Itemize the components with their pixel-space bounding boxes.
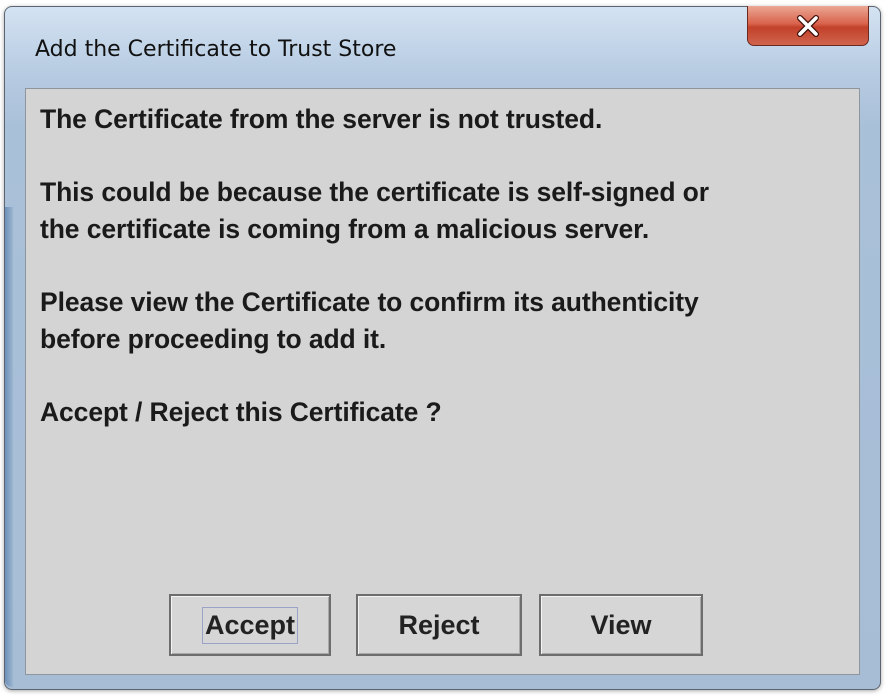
accept-button-label: Accept — [201, 606, 299, 644]
window-title: Add the Certificate to Trust Store — [35, 37, 397, 62]
message-line-question: Accept / Reject this Certificate ? — [40, 397, 442, 427]
accept-button[interactable]: Accept — [169, 594, 331, 656]
reject-button[interactable]: Reject — [356, 594, 522, 656]
message-text: The Certificate from the server is not t… — [40, 101, 850, 467]
message-line-untrusted: The Certificate from the server is not t… — [40, 104, 603, 134]
dialog-content: The Certificate from the server is not t… — [25, 88, 860, 675]
reject-button-label: Reject — [398, 609, 480, 640]
dialog-window: Add the Certificate to Trust Store The C… — [4, 6, 881, 690]
close-icon — [795, 14, 821, 37]
view-button-label: View — [590, 609, 652, 640]
view-button[interactable]: View — [539, 594, 703, 656]
close-button[interactable] — [747, 6, 869, 46]
title-bar[interactable]: Add the Certificate to Trust Store — [5, 6, 880, 87]
window-edge-decoration — [5, 207, 13, 687]
message-line-reason: This could be because the certificate is… — [40, 177, 709, 244]
message-line-instruction: Please view the Certificate to confirm i… — [40, 287, 699, 354]
